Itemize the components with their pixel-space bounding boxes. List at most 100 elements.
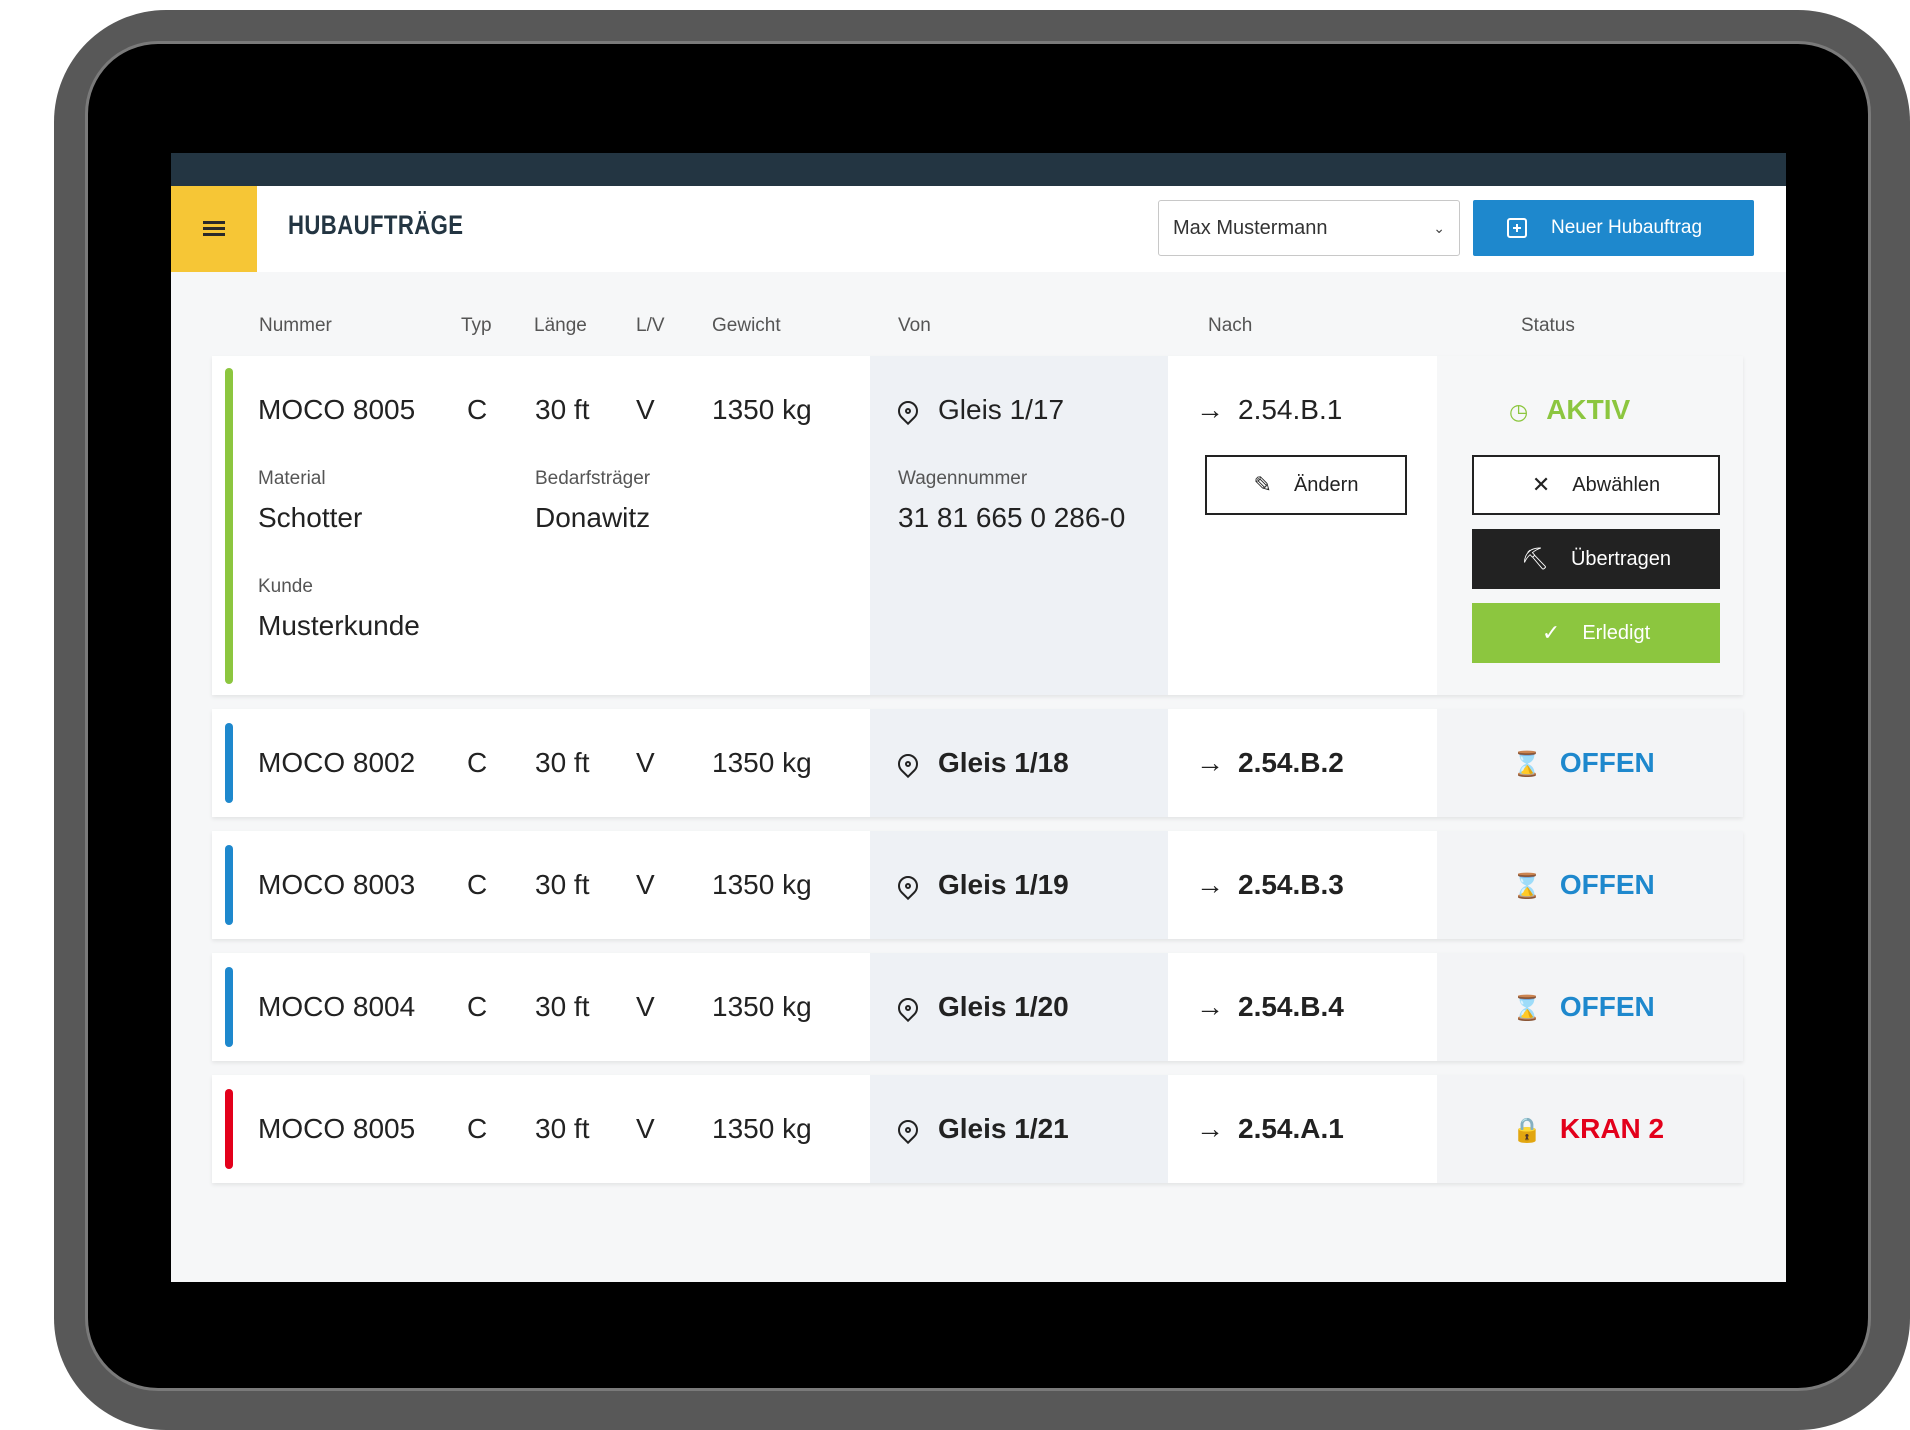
status-indicator-bar	[225, 1089, 233, 1169]
order-row-active[interactable]: MOCO 8005 C 30 ft V 1350 kg Gleis 1/17 →…	[212, 356, 1743, 695]
arrow-right-icon: →	[1196, 747, 1224, 778]
order-nach-text: 2.54.B.4	[1238, 991, 1344, 1022]
order-nummer: MOCO 8005	[258, 394, 416, 425]
order-nach: → 2.54.B.1	[1196, 394, 1342, 426]
order-nach-text: 2.54.B.1	[1238, 394, 1343, 425]
order-von: Gleis 1/20	[893, 991, 1069, 1023]
col-header-typ: Typ	[461, 315, 492, 336]
order-row[interactable]: MOCO 8002 C 30 ft V 1350 kg Gleis 1/18 → 2.54.B…	[212, 709, 1743, 817]
clock-icon: ◷	[1509, 399, 1529, 424]
status-badge: ⌛ OFFEN	[1512, 869, 1655, 901]
status-badge: ⌛ OFFEN	[1512, 747, 1655, 779]
status-bar	[171, 153, 1786, 186]
order-von: Gleis 1/17	[893, 394, 1065, 426]
abwaehlen-button[interactable]: ✕ Abwählen	[1472, 455, 1720, 515]
wagen-value: 31 81 665 0 286-0	[898, 502, 1126, 533]
location-pin-icon	[893, 993, 923, 1023]
kunde-value: Musterkunde	[258, 610, 420, 641]
aendern-button[interactable]: ✎ Ändern	[1205, 455, 1407, 515]
erledigt-label: Erledigt	[1582, 621, 1651, 644]
order-typ: C	[467, 869, 488, 900]
status-text: OFFEN	[1559, 747, 1655, 778]
order-gewicht: 1350 kg	[712, 991, 812, 1022]
order-nach: → 2.54.A.1	[1196, 1113, 1344, 1145]
col-header-status: Status	[1521, 315, 1575, 336]
order-gewicht: 1350 kg	[712, 869, 812, 900]
status-indicator-bar	[225, 723, 233, 803]
order-row[interactable]: MOCO 8003 C 30 ft V 1350 kg Gleis 1/19 → 2.54.B…	[212, 831, 1743, 939]
order-laenge: 30 ft	[535, 394, 590, 425]
order-typ: C	[467, 747, 488, 778]
location-pin-icon	[893, 871, 923, 901]
hamburger-icon	[203, 221, 225, 237]
order-lv: V	[636, 1113, 655, 1144]
order-nach-text: 2.54.B.2	[1238, 747, 1344, 778]
order-typ: C	[467, 991, 488, 1022]
order-laenge: 30 ft	[535, 869, 590, 900]
order-nach: → 2.54.B.3	[1196, 869, 1344, 901]
order-laenge: 30 ft	[535, 747, 590, 778]
order-lv: V	[636, 991, 655, 1022]
arrow-right-icon: →	[1196, 394, 1224, 425]
bedarf-value: Donawitz	[535, 502, 651, 533]
chevron-down-icon: ⌄	[1433, 219, 1445, 236]
order-nummer: MOCO 8002	[258, 747, 416, 778]
add-document-icon	[1507, 218, 1527, 238]
arrow-right-icon: →	[1196, 1113, 1224, 1144]
forklift-icon: ⛏	[1521, 546, 1549, 571]
col-header-nummer: Nummer	[259, 315, 332, 336]
wagen-label: Wagennummer	[898, 468, 1028, 489]
material-value: Schotter	[258, 502, 363, 533]
order-von-text: Gleis 1/19	[938, 869, 1069, 900]
col-header-laenge: Länge	[534, 315, 587, 336]
order-typ: C	[467, 394, 488, 425]
order-typ: C	[467, 1113, 488, 1144]
col-header-lv: L/V	[636, 315, 665, 336]
status-text: OFFEN	[1559, 869, 1655, 900]
aendern-label: Ändern	[1293, 473, 1359, 496]
order-von-text: Gleis 1/17	[938, 394, 1065, 425]
arrow-right-icon: →	[1196, 991, 1224, 1022]
new-order-button[interactable]: Neuer Hubauftrag	[1473, 200, 1754, 256]
order-gewicht: 1350 kg	[712, 747, 812, 778]
order-von: Gleis 1/19	[893, 869, 1069, 901]
status-indicator-bar	[225, 845, 233, 925]
document-check-icon: ✓	[1541, 620, 1561, 645]
arrow-right-icon: →	[1196, 869, 1224, 900]
status-indicator-bar	[225, 368, 233, 684]
order-nach-text: 2.54.B.3	[1238, 869, 1344, 900]
abwaehlen-label: Abwählen	[1572, 473, 1661, 496]
order-lv: V	[636, 747, 655, 778]
location-pin-icon	[893, 396, 923, 426]
order-row[interactable]: MOCO 8005 C 30 ft V 1350 kg Gleis 1/21 → 2.54.A…	[212, 1075, 1743, 1183]
order-gewicht: 1350 kg	[712, 1113, 812, 1144]
order-row[interactable]: MOCO 8004 C 30 ft V 1350 kg Gleis 1/20 → 2.54.B…	[212, 953, 1743, 1061]
order-gewicht: 1350 kg	[712, 394, 812, 425]
order-nummer: MOCO 8003	[258, 869, 416, 900]
order-von: Gleis 1/21	[893, 1113, 1069, 1145]
hourglass-icon: ⌛	[1512, 995, 1542, 1022]
material-label: Material	[258, 468, 326, 489]
erledigt-button[interactable]: ✓ Erledigt	[1472, 603, 1720, 663]
bedarf-label: Bedarfsträger	[535, 468, 651, 489]
app-screen: HUBAUFTRÄGE Max Mustermann ⌄ Neuer Hubau…	[171, 153, 1786, 1282]
order-von-text: Gleis 1/21	[938, 1113, 1069, 1144]
page-title: HUBAUFTRÄGE	[288, 210, 464, 240]
close-icon: ✕	[1531, 472, 1551, 497]
order-nach: → 2.54.B.4	[1196, 991, 1344, 1023]
location-pin-icon	[893, 749, 923, 779]
col-header-nach: Nach	[1208, 315, 1253, 336]
menu-button[interactable]	[171, 186, 257, 272]
status-text: AKTIV	[1546, 394, 1631, 425]
user-select[interactable]: Max Mustermann ⌄	[1158, 200, 1460, 256]
order-lv: V	[636, 394, 655, 425]
hourglass-icon: ⌛	[1512, 873, 1542, 900]
lock-icon: 🔒	[1512, 1117, 1542, 1144]
uebertragen-button[interactable]: ⛏ Übertragen	[1472, 529, 1720, 589]
kunde-label: Kunde	[258, 576, 313, 597]
status-badge-aktiv: ◷ AKTIV	[1509, 394, 1630, 426]
status-text: OFFEN	[1559, 991, 1655, 1022]
status-badge: 🔒 KRAN 2	[1512, 1113, 1664, 1145]
order-lv: V	[636, 869, 655, 900]
hourglass-icon: ⌛	[1512, 751, 1542, 778]
